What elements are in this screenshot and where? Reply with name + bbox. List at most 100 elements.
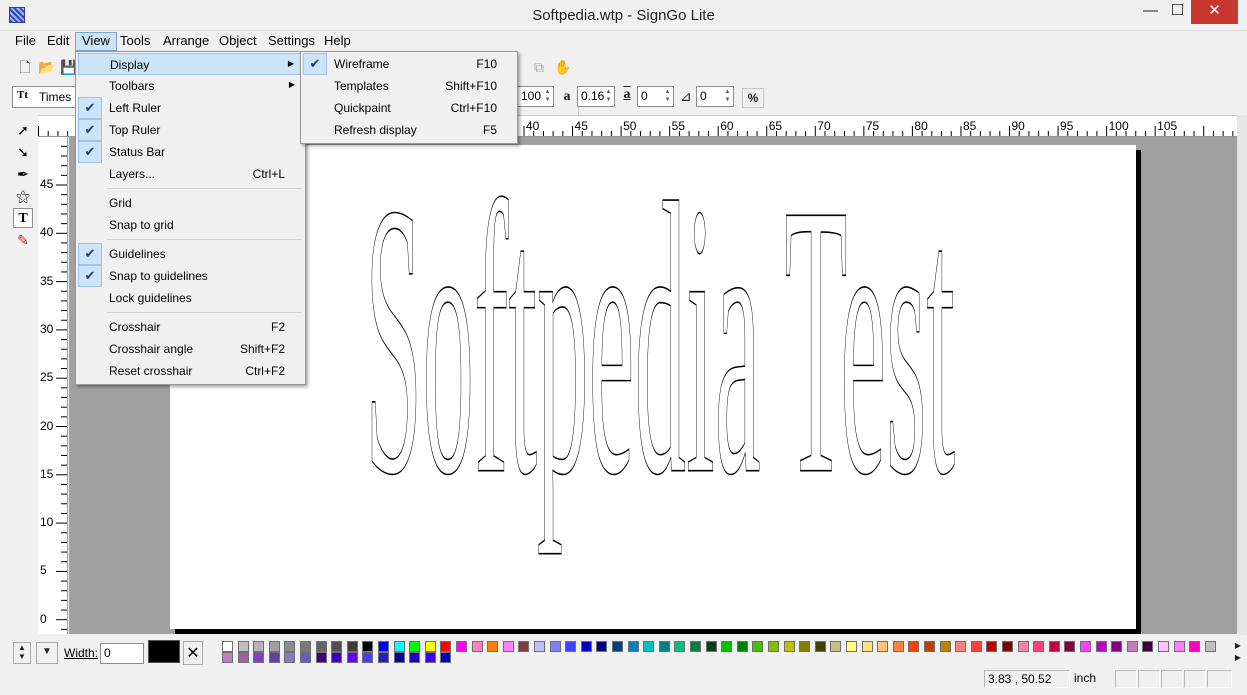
palette-swatch[interactable] — [393, 652, 405, 663]
palette-swatch[interactable] — [814, 641, 826, 652]
palette-swatch[interactable] — [1111, 641, 1123, 652]
palette-swatch[interactable] — [1173, 641, 1185, 652]
palette-swatch[interactable] — [752, 641, 764, 652]
palette-swatch[interactable] — [1142, 641, 1154, 652]
palette-swatch[interactable] — [409, 641, 421, 652]
palette-swatch[interactable] — [237, 652, 249, 663]
palette-swatch[interactable] — [970, 641, 982, 652]
minimize-button[interactable]: — — [1137, 0, 1164, 24]
menu-help[interactable]: Help — [318, 32, 357, 51]
font-selector[interactable]: Tt Times — [12, 86, 76, 108]
text-tool-icon[interactable]: T — [13, 208, 33, 228]
palette-swatch[interactable] — [1204, 641, 1216, 652]
palette-swatch[interactable] — [877, 641, 889, 652]
char-spacing-spinner[interactable]: 0.16 ▲ ▼ — [577, 86, 615, 107]
palette-swatch[interactable] — [362, 652, 374, 663]
angle-spinner[interactable]: 0 ▲ ▼ — [696, 86, 734, 107]
palette-swatch[interactable] — [440, 652, 452, 663]
size-spinner[interactable]: 100 ▲ ▼ — [517, 86, 554, 107]
palette-swatch[interactable] — [1158, 641, 1169, 652]
pen-draw-icon[interactable]: ✒ — [13, 164, 33, 184]
palette-swatch[interactable] — [393, 641, 405, 652]
palette-swatch[interactable] — [222, 652, 233, 663]
menu-tools[interactable]: Tools — [114, 32, 156, 51]
view-menu-left-ruler[interactable]: ✔ Left Ruler — [78, 97, 303, 119]
palette-swatch[interactable] — [627, 641, 639, 652]
palette-swatch[interactable] — [222, 641, 233, 652]
view-menu-snap-to-guidelines[interactable]: ✔ Snap to guidelines — [78, 265, 303, 287]
palette-swatch[interactable] — [456, 641, 467, 652]
palette-swatch[interactable] — [580, 641, 592, 652]
palette-swatch[interactable] — [830, 641, 842, 652]
palette-swatch[interactable] — [612, 641, 623, 652]
view-menu-grid[interactable]: Grid — [78, 192, 303, 214]
menu-arrange[interactable]: Arrange — [157, 32, 215, 51]
view-menu-toolbars[interactable]: Toolbars ▶ — [78, 75, 303, 97]
palette-swatch[interactable] — [799, 641, 811, 652]
pan-hand-icon[interactable]: ✋ — [554, 58, 572, 76]
percent-button[interactable]: % — [742, 88, 764, 108]
view-menu-crosshair-angle[interactable]: Crosshair angle Shift+F2 — [78, 338, 303, 360]
view-menu-top-ruler[interactable]: ✔ Top Ruler — [78, 119, 303, 141]
line-spin-icon[interactable]: ▲ ▼ — [13, 642, 31, 664]
palette-swatch[interactable] — [518, 641, 530, 652]
palette-swatch[interactable] — [534, 641, 545, 652]
view-menu-layers[interactable]: Layers... Ctrl+L — [78, 163, 303, 185]
palette-swatch[interactable] — [331, 641, 343, 652]
palette-swatch[interactable] — [549, 641, 561, 652]
no-color-icon[interactable]: ✕ — [183, 641, 203, 665]
menu-object[interactable]: Object — [213, 32, 263, 51]
palette-swatch[interactable] — [409, 652, 421, 663]
vertical-scrollbar[interactable] — [1237, 115, 1247, 635]
palette-swatch[interactable] — [643, 641, 655, 652]
new-file-icon[interactable]: 🗋 — [16, 58, 34, 76]
palette-swatch[interactable] — [346, 652, 358, 663]
palette-swatch[interactable] — [721, 641, 733, 652]
palette-swatch[interactable] — [783, 641, 795, 652]
palette-swatch[interactable] — [986, 641, 998, 652]
palette-swatch[interactable] — [705, 641, 717, 652]
view-menu-snap-to-grid[interactable]: Snap to grid — [78, 214, 303, 236]
line-style-dropdown-icon[interactable]: ▼ — [36, 642, 58, 664]
palette-swatch[interactable] — [346, 641, 358, 652]
palette-swatch[interactable] — [596, 641, 608, 652]
maximize-button[interactable]: ☐ — [1164, 0, 1191, 24]
palette-swatch[interactable] — [1017, 641, 1029, 652]
display-templates[interactable]: Templates Shift+F10 — [303, 75, 515, 97]
display-quickpaint[interactable]: Quickpaint Ctrl+F10 — [303, 97, 515, 119]
view-menu-crosshair[interactable]: Crosshair F2 — [78, 316, 303, 338]
menu-file[interactable]: File — [9, 32, 42, 51]
menu-view[interactable]: View — [75, 32, 117, 51]
palette-swatch[interactable] — [378, 641, 389, 652]
palette-swatch[interactable] — [1033, 641, 1045, 652]
eyedropper-icon[interactable]: ✎ — [13, 230, 33, 250]
palette-swatch[interactable] — [924, 641, 935, 652]
palette-swatch[interactable] — [658, 641, 670, 652]
palette-swatch[interactable] — [253, 641, 265, 652]
palette-swatch[interactable] — [939, 641, 951, 652]
view-menu-reset-crosshair[interactable]: Reset crosshair Ctrl+F2 — [78, 360, 303, 382]
palette-swatch[interactable] — [1048, 641, 1060, 652]
view-menu-display[interactable]: Display ▶ — [78, 53, 303, 75]
open-folder-icon[interactable]: 📂 — [38, 58, 56, 76]
palette-swatch[interactable] — [565, 641, 577, 652]
view-menu-guidelines[interactable]: ✔ Guidelines — [78, 243, 303, 265]
group-icon[interactable]: ⧉ — [530, 58, 548, 76]
palette-swatch[interactable] — [331, 652, 343, 663]
palette-swatch[interactable] — [300, 652, 311, 663]
close-button[interactable]: ✕ — [1191, 0, 1238, 24]
palette-swatch[interactable] — [1189, 641, 1201, 652]
select-arrow-icon[interactable]: ➚ — [13, 120, 33, 140]
display-refresh[interactable]: Refresh display F5 — [303, 119, 515, 141]
palette-swatch[interactable] — [1126, 641, 1138, 652]
width-input[interactable]: 0 — [100, 643, 144, 664]
menu-edit[interactable]: Edit — [41, 32, 75, 51]
view-menu-lock-guidelines[interactable]: Lock guidelines — [78, 287, 303, 309]
menu-settings[interactable]: Settings — [262, 32, 321, 51]
page[interactable]: Softpedia Test — [170, 145, 1136, 629]
shapes-icon[interactable]: ⚝ — [13, 186, 33, 206]
palette-swatch[interactable] — [846, 641, 857, 652]
palette-swatch[interactable] — [690, 641, 701, 652]
palette-swatch[interactable] — [471, 641, 483, 652]
spinner-arrows-icon[interactable]: ▲ ▼ — [723, 88, 732, 105]
